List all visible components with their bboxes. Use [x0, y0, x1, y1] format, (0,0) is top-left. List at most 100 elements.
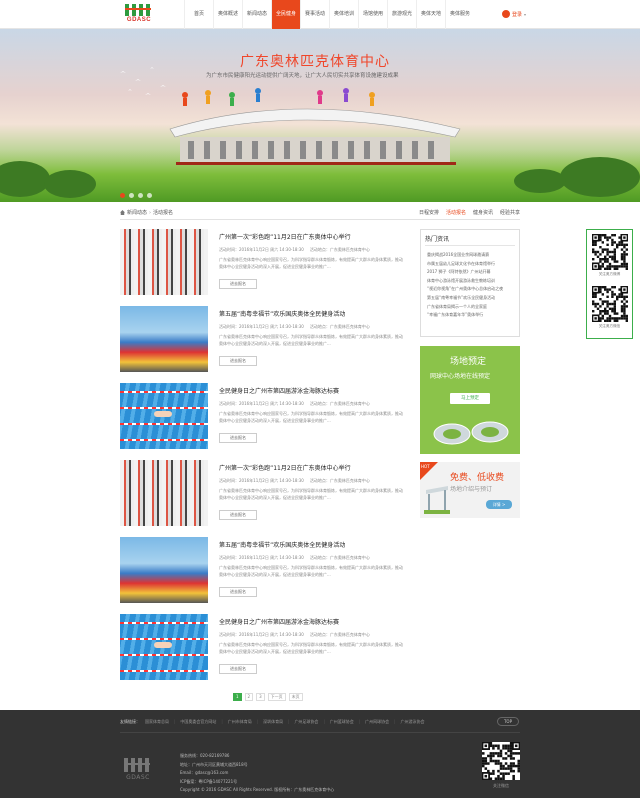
article-title[interactable]: 第五届“南粤幸福节”欢乐国庆奥体全民健身活动 — [219, 540, 345, 549]
article-description: 广东省奥林匹克体育中心响应国家号召，为科学指导群众体育锻炼，有效提高广大群众的身… — [219, 257, 403, 269]
article-thumbnail[interactable] — [120, 306, 208, 372]
tennis-court-illustration — [433, 421, 509, 445]
signup-button[interactable]: 进去报名 — [219, 279, 257, 289]
nav-item[interactable]: 旅游观光 — [387, 0, 416, 29]
qr-caption-wechat: 关注奥方微信 — [598, 324, 621, 328]
page-button[interactable]: 下一页 — [267, 693, 286, 701]
article-meta: 活动时间：2016年11月2日 周六 14:30-18:30 活动地点：广东奥林匹… — [219, 401, 370, 407]
page-button[interactable]: 3 — [256, 693, 265, 701]
hot-news-item[interactable]: 体育中心游泳馆开展游泳救生教练培训 — [427, 278, 519, 287]
article-time: 活动时间：2016年11月2日 周六 14:30-18:30 — [219, 478, 304, 483]
banner-pager — [120, 193, 152, 198]
banner-dot[interactable] — [129, 193, 134, 198]
signup-button[interactable]: 进去报名 — [219, 587, 257, 597]
article-meta: 活动时间：2016年11月2日 周六 14:30-18:30 活动地点：广东奥林匹… — [219, 555, 370, 561]
subtab-item[interactable]: 日程安排 — [419, 209, 439, 216]
lane-rope — [120, 622, 208, 624]
signup-button[interactable]: 进去报名 — [219, 433, 257, 443]
nav-item[interactable]: 首页 — [184, 0, 213, 29]
friend-link[interactable]: 广州网球协会 — [365, 719, 389, 725]
hot-news-item[interactable]: 2017 狮子《阿特依然》广州站开幕 — [427, 269, 519, 278]
subtab-item[interactable]: 经验共享 — [500, 209, 520, 216]
banner-dot[interactable] — [120, 193, 125, 198]
breadcrumb-bar: 新闻动态 › 活动报名 日程安排 活动报名 健身资讯 经验共享 — [120, 207, 520, 220]
friend-link[interactable]: 广州篮球协会 — [330, 719, 354, 725]
link-separator: | — [221, 719, 223, 724]
article-meta: 活动时间：2016年11月2日 周六 14:30-18:30 活动地点：广东奥林匹… — [219, 632, 370, 638]
nav-item[interactable]: 场馆使用 — [358, 0, 387, 29]
article-place: 活动地点：广东奥林匹克体育中心 — [309, 555, 370, 560]
hot-news-item[interactable]: 第五届“南粤幸福节”欢乐全民健身活动 — [427, 295, 519, 304]
venue-booking-card[interactable]: 场地预定 网球中心场地在线预定 马上预定 — [420, 346, 520, 454]
login-label: 登录 — [512, 11, 523, 18]
friend-link[interactable]: 广州游泳协会 — [401, 719, 425, 725]
nav-item[interactable]: 奥体培训 — [329, 0, 358, 29]
breadcrumb-separator: › — [149, 209, 152, 216]
subtab-item[interactable]: 健身资讯 — [473, 209, 493, 216]
article-title[interactable]: 广州第一次“彩色跑”11月2日在广东奥体中心举行 — [219, 463, 351, 472]
sub-tabs: 日程安排 活动报名 健身资讯 经验共享 — [419, 209, 520, 216]
qr-caption-weibo: 关注奥方微博 — [598, 272, 621, 276]
page-button[interactable]: 1 — [233, 693, 242, 701]
breadcrumb-item-news[interactable]: 新闻动态 — [127, 209, 147, 216]
nav-item[interactable]: 全民健身 — [271, 0, 300, 29]
friend-link[interactable]: 深圳体育局 — [263, 719, 283, 725]
build-image — [120, 306, 208, 372]
nav-item[interactable]: 奥体概述 — [213, 0, 242, 29]
home-icon[interactable] — [120, 210, 125, 215]
back-to-top-button[interactable]: TOP — [497, 717, 519, 726]
banner-dot[interactable] — [147, 193, 152, 198]
crowd-image — [120, 460, 208, 526]
nav-item[interactable]: 赛事活动 — [300, 0, 329, 29]
booking-title: 场地预定 — [450, 356, 487, 366]
book-now-button[interactable]: 马上预定 — [450, 393, 490, 404]
article-place: 活动地点：广东奥林匹克体育中心 — [309, 324, 370, 329]
breadcrumb: 新闻动态 › 活动报名 — [120, 209, 173, 216]
friend-link[interactable]: 广州市体育局 — [228, 719, 252, 725]
login-link[interactable]: 登录 ▾ — [502, 10, 526, 18]
hot-tag-label: HOT — [421, 464, 430, 469]
article-title[interactable]: 全民健身日之广州市第四届游泳金海豚达标赛 — [219, 386, 339, 395]
friend-link[interactable]: 广州足球协会 — [294, 719, 318, 725]
main-nav: 首页 奥体概述 新闻动态 全民健身 赛事活动 奥体培训 场馆使用 旅游观光 奥体天地 奥体服务 — [184, 0, 474, 29]
article-title[interactable]: 广州第一次“彩色跑”11月2日在广东奥体中心举行 — [219, 232, 351, 241]
friend-link[interactable]: 国家体育总局 — [145, 719, 169, 725]
page-button[interactable]: 末页 — [288, 693, 303, 701]
site-logo[interactable]: GDASC — [121, 4, 157, 26]
article-thumbnail[interactable] — [120, 614, 208, 680]
signup-button[interactable]: 进去报名 — [219, 664, 257, 674]
nav-item[interactable]: 新闻动态 — [242, 0, 271, 29]
list-item: 广州第一次“彩色跑”11月2日在广东奥体中心举行 活动时间：2016年11月2日 … — [120, 229, 410, 295]
friend-link[interactable]: 中国奥委会官方网站 — [180, 719, 216, 725]
banner-dot[interactable] — [138, 193, 143, 198]
hot-news-item[interactable]: “视近你视角”在广州奥体中心总体启动之夜 — [427, 286, 519, 295]
signup-button[interactable]: 进去报名 — [219, 510, 257, 520]
hero-banner: 广东奥林匹克体育中心 为广东市民健康阳光运动提供广阔天地，让广大人民切实共享体育… — [0, 29, 640, 202]
footer-info-line: ICP备案：粤ICP备14077221号 — [180, 778, 238, 784]
hot-news-item[interactable]: 广东省体育局揭示一个人的全家庭 — [427, 304, 519, 313]
article-thumbnail[interactable] — [120, 229, 208, 295]
article-meta: 活动时间：2016年11月2日 周六 14:30-18:30 活动地点：广东奥林匹… — [219, 324, 370, 330]
article-description: 广东省奥林匹克体育中心响应国家号召，为科学指导群众体育锻炼，有效提高广大群众的身… — [219, 488, 403, 500]
hot-news-item[interactable]: “幸福广东体育嘉年华”奥体举行 — [427, 312, 519, 321]
article-title[interactable]: 全民健身日之广州市第四届游泳金海豚达标赛 — [219, 617, 339, 626]
article-thumbnail[interactable] — [120, 383, 208, 449]
hot-news-item[interactable]: 重庆揭战2016全国业余网球邀请赛 — [427, 252, 519, 261]
article-thumbnail[interactable] — [120, 460, 208, 526]
nav-item[interactable]: 奥体服务 — [445, 0, 474, 29]
promo-card[interactable]: HOT 免费、低收费 场地介绍与预订 详情 > — [420, 462, 520, 518]
article-place: 活动地点：广东奥林匹克体育中心 — [309, 478, 370, 483]
subtab-item[interactable]: 活动报名 — [446, 209, 466, 216]
signup-button[interactable]: 进去报名 — [219, 356, 257, 366]
article-thumbnail[interactable] — [120, 537, 208, 603]
article-title[interactable]: 第五届“南粤幸福节”欢乐国庆奥体全民健身活动 — [219, 309, 345, 318]
promo-subtitle: 场地介绍与预订 — [450, 486, 493, 493]
article-meta: 活动时间：2016年11月2日 周六 14:30-18:30 活动地点：广东奥林匹… — [219, 478, 370, 484]
nav-item[interactable]: 奥体天地 — [416, 0, 445, 29]
lane-rope — [120, 423, 208, 425]
promo-detail-button[interactable]: 详情 > — [486, 500, 512, 509]
hot-news-item[interactable]: 市属五届幼儿足球文化节在体育馆举行 — [427, 261, 519, 270]
lane-rope — [120, 670, 208, 672]
page-button[interactable]: 2 — [244, 693, 254, 701]
footer-contact-info: 服务热线：020-82169786 地址：广州市天河区黄埔大道西818号 Email… — [180, 752, 334, 795]
